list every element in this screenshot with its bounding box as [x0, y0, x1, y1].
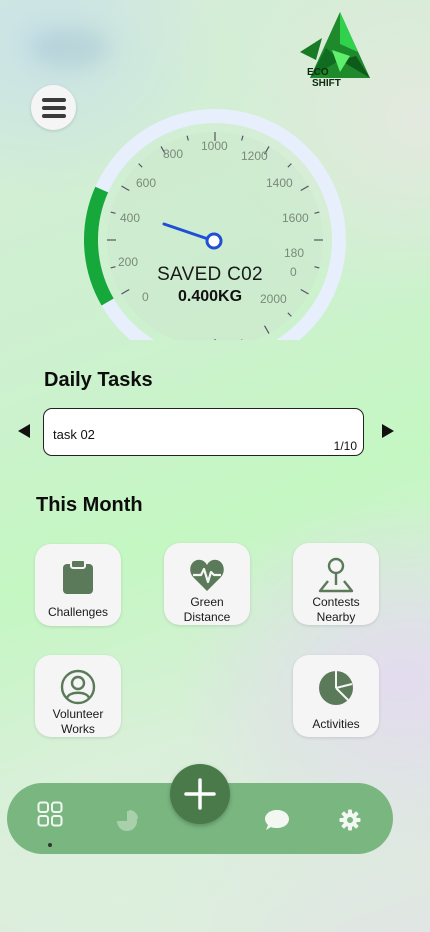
plus-icon [184, 778, 216, 810]
tile-challenges[interactable]: Challenges [35, 544, 121, 626]
chat-icon [265, 810, 289, 830]
eco-shift-logo: ECO SHIFT [300, 12, 370, 89]
gauge-value: 0.400KG [177, 288, 243, 305]
tile-green-distance[interactable]: Green Distance [164, 543, 250, 625]
tile-activities[interactable]: Activities [293, 655, 379, 737]
nav-dashboard[interactable] [36, 800, 64, 828]
tile-volunteer-works[interactable]: Volunteer Works [35, 655, 121, 737]
heartbeat-icon [190, 559, 224, 591]
nav-settings[interactable] [338, 808, 362, 832]
tick-label-600: 600 [136, 176, 156, 190]
inner-tick-label-180: 180 [284, 246, 304, 260]
task-name: task 02 [53, 427, 95, 442]
svg-text:SHIFT: SHIFT [312, 78, 341, 89]
user-icon [60, 669, 96, 705]
nav-stats[interactable] [114, 808, 140, 834]
tile-label: Volunteer Works [52, 707, 104, 736]
tick-label-1000: 1000 [201, 139, 228, 153]
tick-label-800: 800 [163, 147, 183, 161]
add-button[interactable] [170, 764, 230, 824]
gauge-hub [205, 232, 223, 250]
this-month-title: This Month [36, 494, 143, 516]
tick-label-1600: 1600 [282, 211, 309, 225]
background-blur [30, 28, 110, 68]
tile-label: Contests Nearby [312, 595, 360, 624]
active-indicator [48, 843, 52, 847]
map-pin-icon [318, 557, 354, 593]
settings-icon [339, 809, 361, 831]
tick-label-1200: 1200 [241, 149, 268, 163]
task-counter: 1/10 [333, 439, 357, 453]
daily-tasks-title: Daily Tasks [44, 369, 153, 391]
pie-chart-icon [117, 810, 138, 831]
tick-label-400: 400 [120, 211, 140, 225]
arrow-left-icon[interactable] [18, 424, 30, 438]
hamburger-menu-icon [41, 97, 66, 102]
arrow-right-icon[interactable] [382, 424, 394, 438]
nav-chat[interactable] [263, 807, 291, 833]
tick-label-1400: 1400 [266, 176, 293, 190]
tile-label: Green Distance [183, 595, 231, 624]
tile-label: Challenges [47, 605, 109, 619]
tile-contests-nearby[interactable]: Contests Nearby [293, 543, 379, 625]
dashboard-icon [37, 801, 63, 827]
task-card[interactable]: task 02 1/10 [43, 408, 364, 456]
tile-label: Activities [312, 717, 360, 731]
pie-chart-icon [319, 671, 353, 705]
gauge-title: SAVED C02 [157, 264, 263, 285]
svg-text:ECO: ECO [307, 67, 329, 78]
clipboard-icon [63, 559, 93, 594]
